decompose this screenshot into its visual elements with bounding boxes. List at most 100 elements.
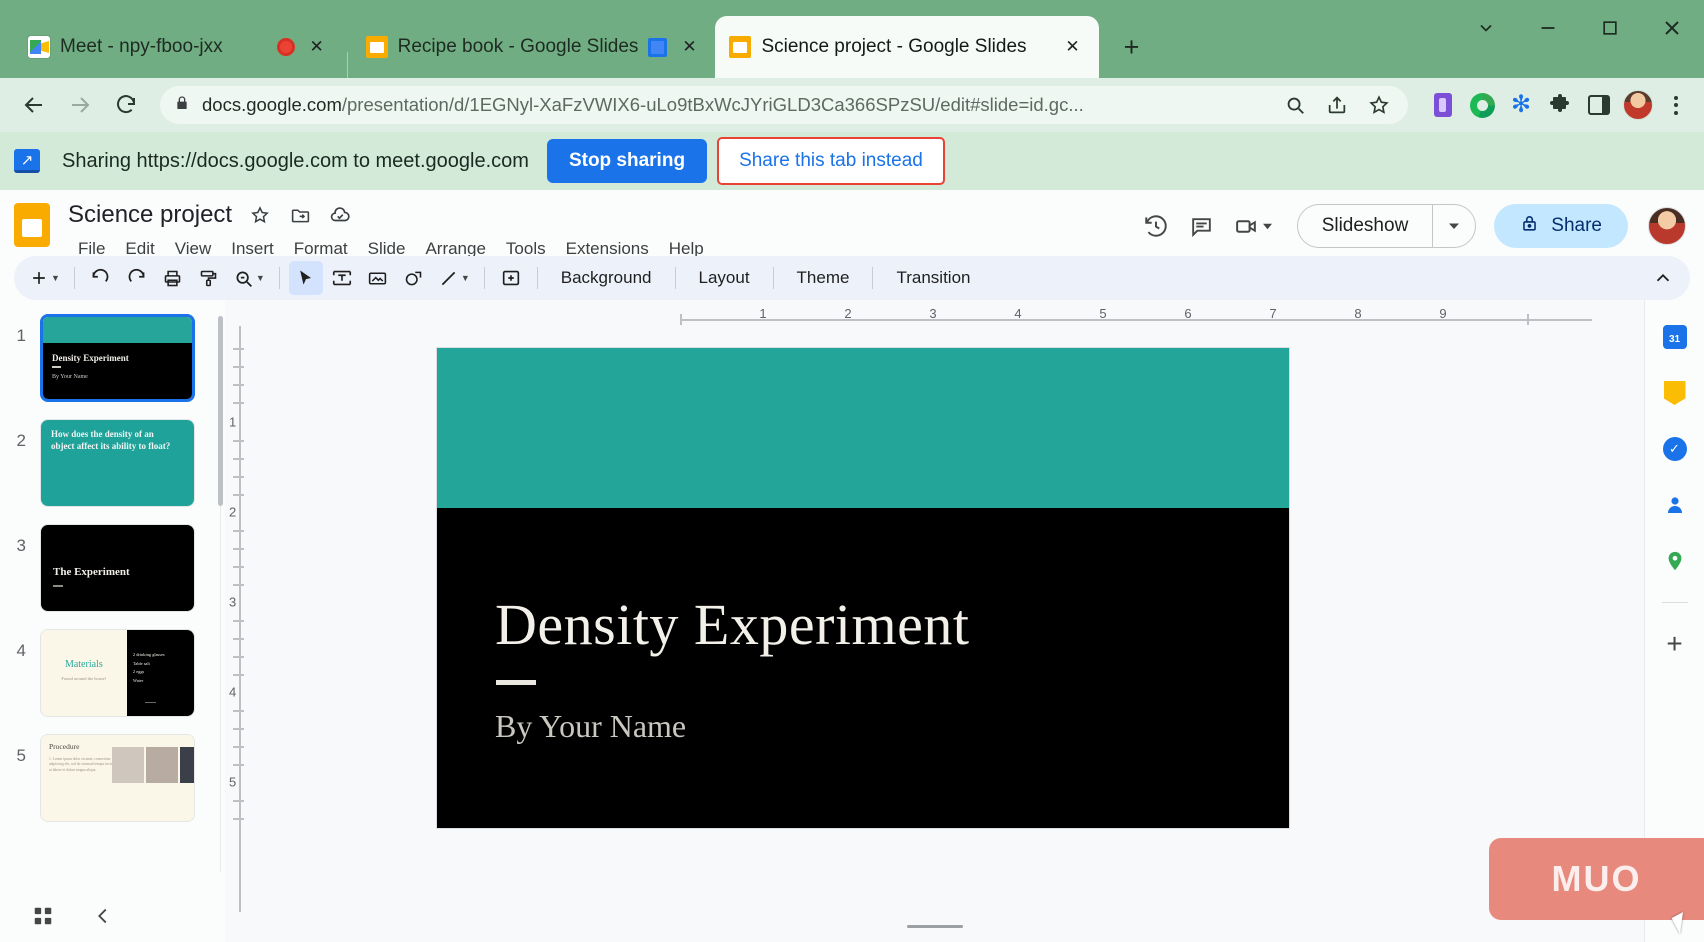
cloud-saved-icon[interactable] [328, 203, 352, 227]
transition-button[interactable]: Transition [882, 262, 984, 294]
slide-thumbnail-1[interactable]: Density Experiment By Your Name [40, 314, 195, 402]
browser-tab-meet[interactable]: Meet - npy-fboo-jxx ✕ [14, 16, 343, 78]
move-to-folder-icon[interactable] [288, 203, 312, 227]
extension-flower-icon[interactable]: ✻ [1506, 90, 1536, 120]
extension-purple-icon[interactable] [1428, 90, 1458, 120]
list-item[interactable]: 4 Materials Found around the house! 2 dr… [0, 629, 225, 717]
slideshow-chevron-down-icon[interactable] [1433, 205, 1475, 247]
address-bar[interactable]: docs.google.com/presentation/d/1EGNyl-Xa… [160, 86, 1408, 124]
select-cursor-icon[interactable] [289, 261, 323, 295]
slide-canvas-area[interactable]: 1 2 3 4 5 6 7 8 9 1 [225, 300, 1644, 942]
document-title[interactable]: Science project [68, 201, 232, 229]
profile-avatar[interactable] [1623, 90, 1653, 120]
add-side-app-button[interactable]: + [1660, 629, 1690, 659]
google-calendar-icon[interactable]: 31 [1660, 322, 1690, 352]
divider [52, 366, 61, 368]
slides-toolbar: ▼ ▼ [14, 256, 1690, 300]
slide-byline[interactable]: By Your Name [495, 708, 686, 745]
extension-green-icon[interactable] [1467, 90, 1497, 120]
insert-image-icon[interactable] [361, 261, 395, 295]
list-item: Water [133, 678, 188, 683]
thumb-title: Procedure [49, 742, 79, 751]
google-tasks-icon[interactable]: ✓ [1660, 434, 1690, 464]
minimize-icon[interactable] [1526, 8, 1570, 48]
reload-icon[interactable] [106, 85, 146, 125]
filmstrip-footer [0, 890, 225, 942]
thumb-subtitle: Found around the house! [41, 676, 127, 681]
image-placeholder [180, 747, 194, 783]
print-icon[interactable] [156, 261, 190, 295]
background-button[interactable]: Background [547, 262, 666, 294]
redo-icon[interactable] [120, 261, 154, 295]
list-item[interactable]: 3 The Experiment [0, 524, 225, 612]
video-camera-icon[interactable] [1227, 205, 1279, 247]
slide-thumbnail-4[interactable]: Materials Found around the house! 2 drin… [40, 629, 195, 717]
close-icon[interactable] [1650, 8, 1694, 48]
ruler-tick-label: 1 [759, 306, 766, 321]
new-tab-button[interactable]: + [1115, 30, 1149, 64]
forward-arrow-icon[interactable] [60, 85, 100, 125]
close-icon[interactable]: ✕ [305, 35, 329, 59]
stop-sharing-button[interactable]: Stop sharing [547, 139, 707, 183]
slide-thumbnail-3[interactable]: The Experiment [40, 524, 195, 612]
star-icon[interactable] [248, 203, 272, 227]
zoom-icon[interactable] [1280, 90, 1310, 120]
version-history-icon[interactable] [1135, 205, 1177, 247]
add-comment-icon[interactable] [494, 261, 528, 295]
browser-menu-kebab-icon[interactable] [1662, 88, 1690, 122]
slide-title[interactable]: Density Experiment [495, 591, 970, 658]
extensions-puzzle-icon[interactable] [1545, 90, 1575, 120]
list-item[interactable]: 1 Density Experiment By Your Name [0, 314, 225, 402]
text-box-icon[interactable] [325, 261, 359, 295]
list-item[interactable]: 5 Procedure 1. Lorem ipsum dolor sit ame… [0, 734, 225, 822]
browser-tab-science-project[interactable]: Science project - Google Slides ✕ [715, 16, 1098, 78]
thumb-title: Materials [41, 659, 127, 670]
grid-view-icon[interactable] [28, 901, 58, 931]
close-icon[interactable]: ✕ [1061, 35, 1085, 59]
speaker-notes-drag-handle[interactable] [907, 925, 963, 928]
chevron-left-icon[interactable] [88, 901, 118, 931]
slide-thumbnail-5[interactable]: Procedure 1. Lorem ipsum dolor sit amet,… [40, 734, 195, 822]
zoom-icon[interactable]: ▼ [228, 261, 270, 295]
filmstrip-scrollbar[interactable] [218, 316, 223, 506]
share-icon[interactable] [1322, 90, 1352, 120]
share-button[interactable]: Share [1494, 204, 1628, 248]
browser-window: Meet - npy-fboo-jxx ✕ Recipe book - Goog… [0, 0, 1704, 942]
close-icon[interactable]: ✕ [677, 35, 701, 59]
line-icon[interactable]: ▼ [433, 261, 475, 295]
list-item[interactable]: 2 How does the density of an object affe… [0, 419, 225, 507]
slide-number: 1 [0, 314, 26, 346]
user-avatar[interactable] [1648, 207, 1686, 245]
paint-format-icon[interactable] [192, 261, 226, 295]
shape-icon[interactable] [397, 261, 431, 295]
active-slide-canvas[interactable]: Density Experiment By Your Name [437, 348, 1289, 828]
slides-header: Science project File Edit View Insert [0, 190, 1704, 256]
chevron-up-icon[interactable] [1646, 261, 1680, 295]
black-band [43, 343, 192, 399]
toolbar-wrap: ▼ ▼ [0, 256, 1704, 300]
side-panel-icon[interactable] [1584, 90, 1614, 120]
undo-icon[interactable] [84, 261, 118, 295]
slideshow-button[interactable]: Slideshow [1298, 205, 1433, 247]
slideshow-button-group: Slideshow [1297, 204, 1477, 248]
slide-filmstrip[interactable]: 1 Density Experiment By Your Name 2 [0, 300, 225, 942]
google-keep-icon[interactable] [1660, 378, 1690, 408]
horizontal-ruler: 1 2 3 4 5 6 7 8 9 [465, 312, 1600, 326]
star-icon[interactable] [1364, 90, 1394, 120]
thumb-title: Density Experiment [52, 353, 129, 363]
share-this-tab-instead-button[interactable]: Share this tab instead [717, 137, 945, 185]
theme-button[interactable]: Theme [783, 262, 864, 294]
new-slide-icon[interactable]: ▼ [24, 261, 65, 295]
browser-tab-recipe-book[interactable]: Recipe book - Google Slides ✕ [352, 16, 716, 78]
search-tabs-chevron-down-icon[interactable] [1464, 8, 1508, 48]
comment-icon[interactable] [1181, 205, 1223, 247]
thumb-title: How does the density of an object affect… [51, 429, 174, 453]
layout-button[interactable]: Layout [685, 262, 764, 294]
google-contacts-icon[interactable] [1660, 490, 1690, 520]
slide-thumbnail-2[interactable]: How does the density of an object affect… [40, 419, 195, 507]
maximize-icon[interactable] [1588, 8, 1632, 48]
google-maps-icon[interactable] [1660, 546, 1690, 576]
casting-square-icon [648, 38, 667, 57]
back-arrow-icon[interactable] [14, 85, 54, 125]
teal-band [43, 317, 192, 343]
